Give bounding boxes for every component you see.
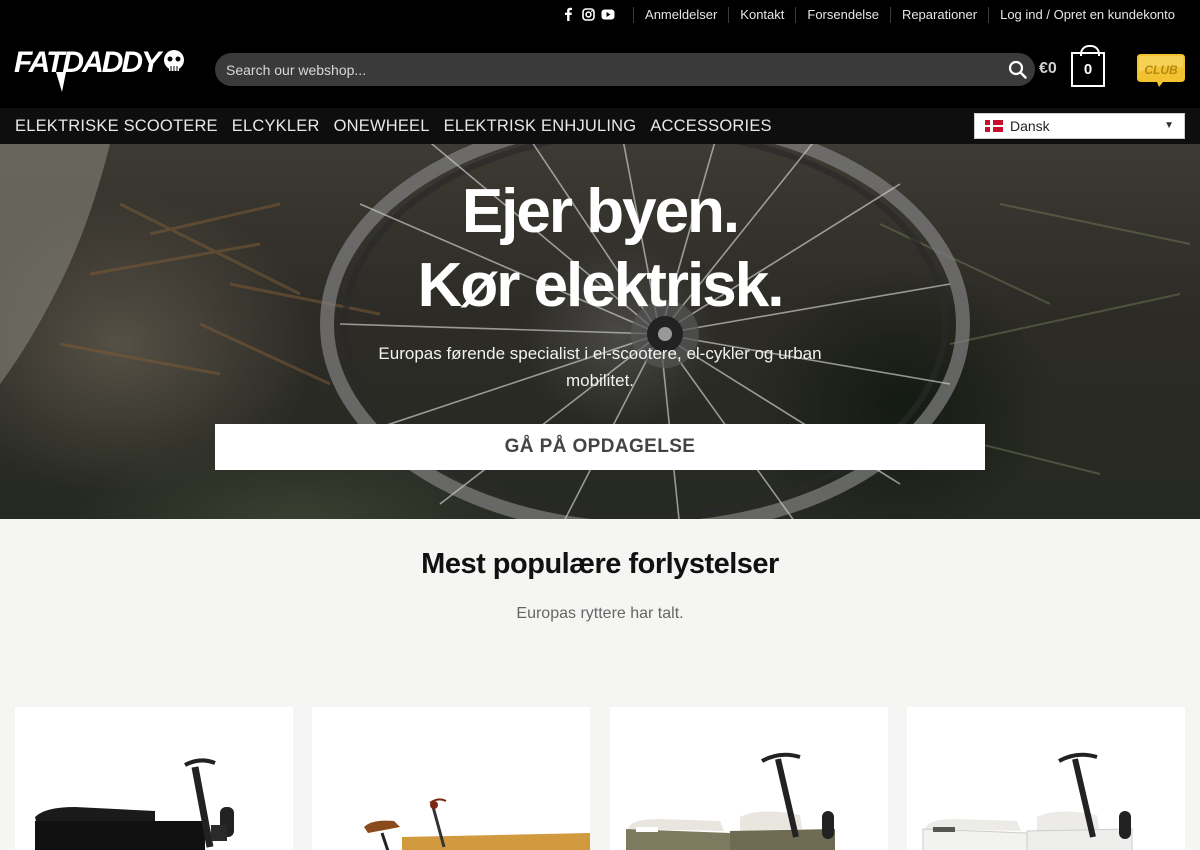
link-anmeldelser[interactable]: Anmeldelser bbox=[633, 7, 728, 23]
search-icon[interactable] bbox=[1008, 60, 1027, 84]
product-card[interactable] bbox=[907, 707, 1185, 850]
section-title: Mest populære forlystelser bbox=[421, 548, 779, 580]
nav-accessories[interactable]: ACCESSORIES bbox=[650, 117, 771, 136]
search-input[interactable] bbox=[226, 53, 996, 86]
section-subtitle: Europas ryttere har talt. bbox=[516, 605, 684, 622]
product-card[interactable] bbox=[15, 707, 293, 850]
nav-elektrisk-enhjuling[interactable]: ELEKTRISK ENHJULING bbox=[444, 117, 637, 136]
cart-count: 0 bbox=[1083, 61, 1093, 78]
search-bar bbox=[215, 53, 1035, 86]
nav-onewheel[interactable]: ONEWHEEL bbox=[334, 117, 430, 136]
site-header: FATDADDY €0 0 CLUB bbox=[0, 30, 1200, 108]
nav-elcykler[interactable]: ELCYKLER bbox=[232, 117, 320, 136]
hero-title-line-2: Kør elektrisk. bbox=[417, 251, 785, 320]
hero-title-line-1: Ejer byen. bbox=[461, 177, 740, 246]
product-image bbox=[35, 758, 234, 850]
chevron-down-icon: ▼ bbox=[1164, 120, 1174, 131]
logo-text: FATDADDY bbox=[14, 46, 164, 79]
product-image bbox=[922, 752, 1133, 850]
product-card[interactable] bbox=[312, 707, 590, 850]
nav-elektriske-scootere[interactable]: ELEKTRISKE SCOOTERE bbox=[15, 117, 218, 136]
product-image bbox=[626, 752, 835, 850]
product-image bbox=[364, 798, 590, 850]
link-forsendelse[interactable]: Forsendelse bbox=[795, 7, 890, 23]
facebook-icon[interactable] bbox=[561, 7, 575, 21]
link-kontakt[interactable]: Kontakt bbox=[728, 7, 795, 23]
club-badge-label: CLUB bbox=[1144, 63, 1178, 77]
danish-flag-icon bbox=[985, 120, 1003, 132]
link-login[interactable]: Log ind / Opret en kundekonto bbox=[988, 7, 1186, 23]
hero-subtitle: Europas førende specialist i el-scootere… bbox=[378, 344, 822, 390]
hero-banner: Ejer byen. Kør elektrisk. Europas førend… bbox=[0, 144, 1200, 519]
product-card[interactable] bbox=[610, 707, 888, 850]
cart-button[interactable]: 0 bbox=[1071, 45, 1105, 87]
club-badge[interactable]: CLUB bbox=[1135, 52, 1187, 93]
instagram-icon[interactable] bbox=[581, 7, 595, 21]
youtube-icon[interactable] bbox=[601, 7, 615, 21]
language-label: Dansk bbox=[1010, 118, 1050, 134]
category-nav: ELEKTRISKE SCOOTERE ELCYKLER ONEWHEEL EL… bbox=[0, 108, 1200, 144]
top-nav: Anmeldelser Kontakt Forsendelse Reparati… bbox=[633, 0, 1186, 30]
link-reparationer[interactable]: Reparationer bbox=[889, 7, 988, 23]
logo[interactable]: FATDADDY bbox=[14, 44, 186, 99]
social-links bbox=[561, 7, 615, 21]
explore-button[interactable]: GÅ PÅ OPDAGELSE bbox=[215, 424, 985, 470]
top-bar: Anmeldelser Kontakt Forsendelse Reparati… bbox=[0, 0, 1200, 30]
language-select[interactable]: Dansk ▼ bbox=[974, 113, 1185, 139]
cart-total[interactable]: €0 bbox=[1039, 60, 1057, 78]
